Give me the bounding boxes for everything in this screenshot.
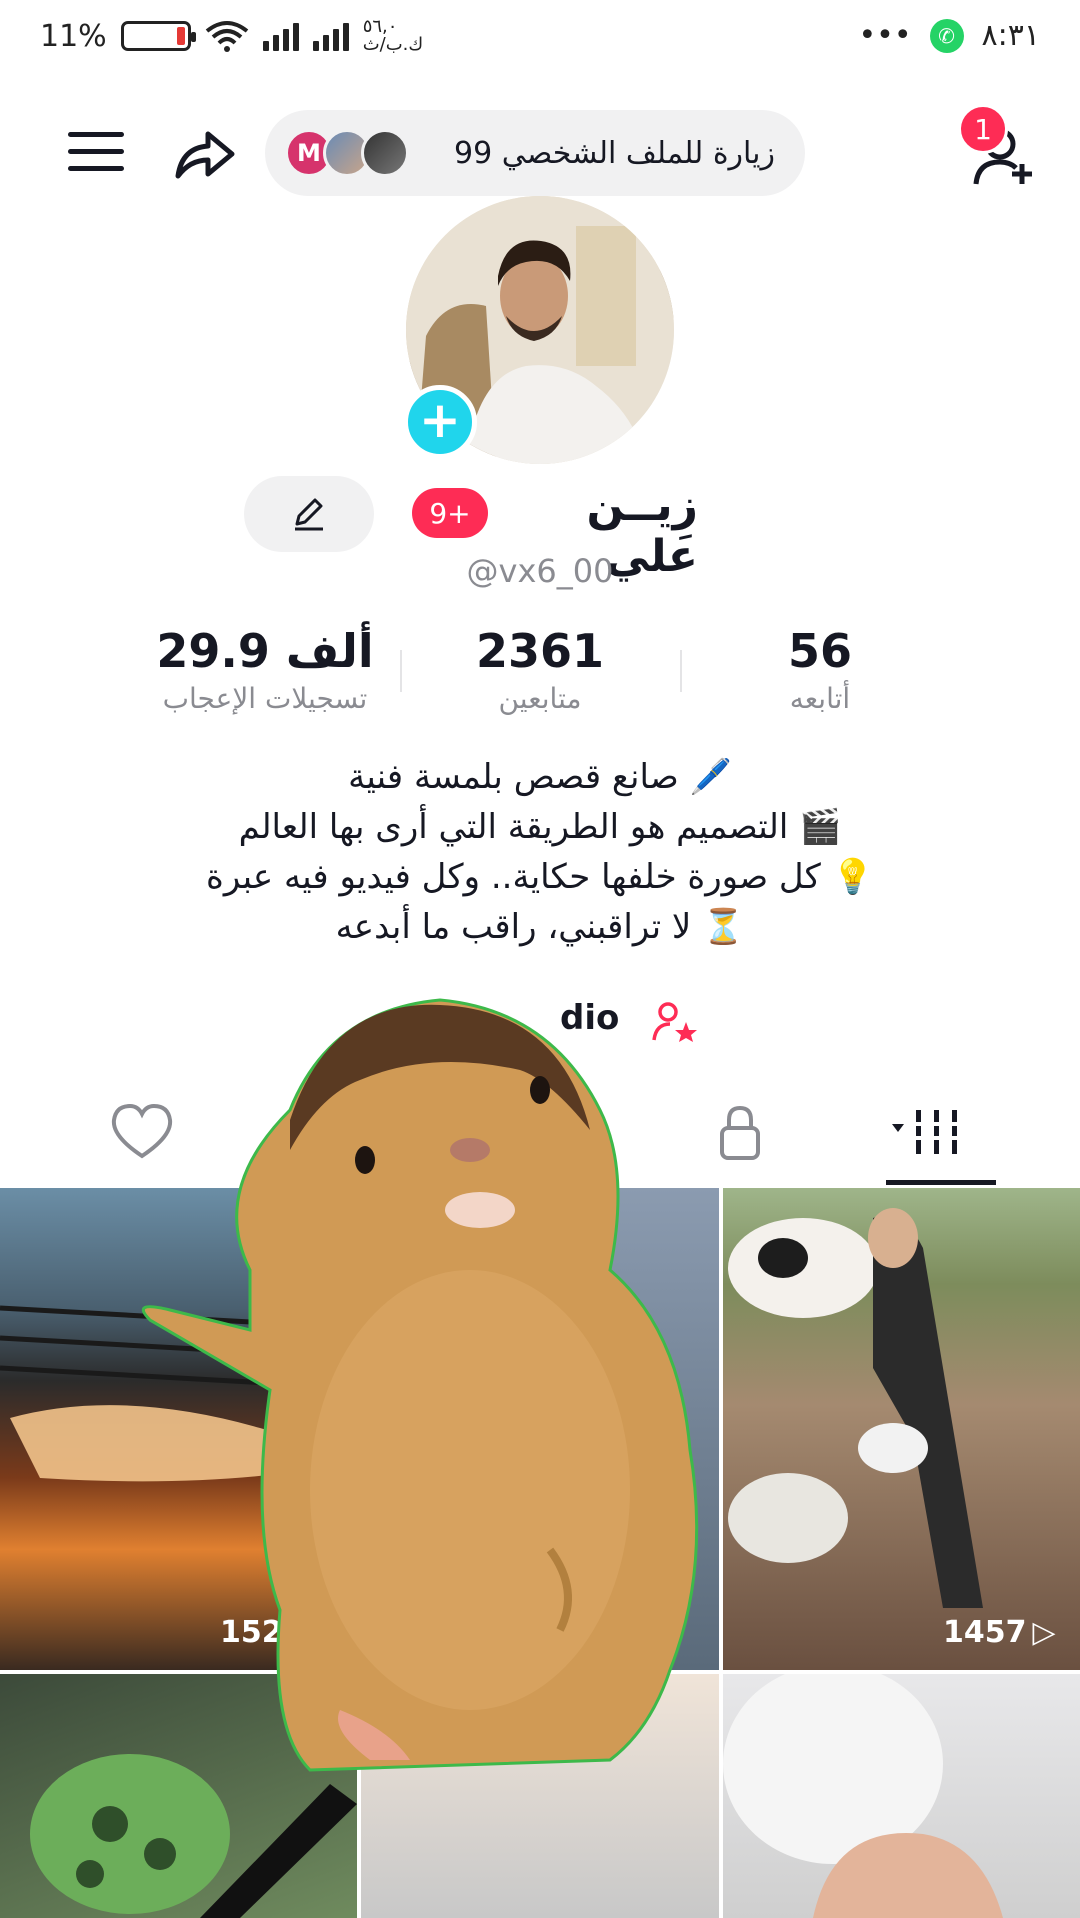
stat-divider xyxy=(680,650,682,692)
stat-followers[interactable]: 2361 متابعين xyxy=(410,624,670,715)
add-story-button[interactable]: + xyxy=(403,385,477,459)
signal-icon xyxy=(262,21,299,51)
share-icon[interactable] xyxy=(172,126,236,182)
whatsapp-icon: ✆ xyxy=(929,18,964,53)
hand-image xyxy=(723,1674,1003,1918)
status-bar: 11% ٥٦,٠ ك.ب/ث ••• ✆ ٨:٣١ xyxy=(0,0,1080,75)
battery-icon xyxy=(120,21,196,51)
bio-line: 🎬 التصميم هو الطريقة التي أرى بها العالم xyxy=(238,807,842,847)
battery-text: 11% xyxy=(40,18,107,54)
clock: ٨:٣١ xyxy=(981,18,1040,53)
network-speed: ٥٦,٠ ك.ب/ث xyxy=(362,16,424,55)
notification-badge-plus: 9+ xyxy=(412,488,488,538)
visits-text: 99 زيارة للملف الشخصي xyxy=(454,135,775,171)
signal-icon-2 xyxy=(312,21,349,51)
bio-line: 🖊️ صانع قصص بلمسة فنية xyxy=(348,757,732,797)
farm-image xyxy=(728,1208,983,1608)
more-dots: ••• xyxy=(858,18,912,53)
bio-line: ⏳ لا تراقبني، راقب ما أبدعه xyxy=(335,907,745,947)
bio-line: 💡 كل صورة خلفها حكاية.. وكل فيديو فيه عب… xyxy=(206,857,874,897)
play-icon: ▷ xyxy=(1032,1615,1056,1650)
active-tab-indicator xyxy=(886,1180,996,1185)
profile-visits-pill[interactable]: M 99 زيارة للملف الشخصي xyxy=(265,110,805,196)
visitor-avatars: M xyxy=(285,129,409,177)
visitor-avatar xyxy=(361,129,409,177)
view-count: 1457 ▷ xyxy=(943,1615,1056,1650)
profile-bio: 🖊️ صانع قصص بلمسة فنية 🎬 التصميم هو الطر… xyxy=(90,752,990,952)
hamster-sticker xyxy=(141,998,699,1772)
videos-grid-icon[interactable] xyxy=(890,1102,970,1162)
menu-icon[interactable] xyxy=(68,132,124,172)
status-right: ••• ✆ ٨:٣١ xyxy=(858,18,1040,53)
profile-handle[interactable]: @vx6_00 xyxy=(420,552,660,590)
status-left: 11% ٥٦,٠ ك.ب/ث xyxy=(40,18,423,54)
stat-likes[interactable]: 29.9 ألف تسجيلات الإعجاب xyxy=(110,624,420,715)
notification-badge: 1 xyxy=(958,104,1008,154)
video-thumbnail[interactable]: 1457 ▷ xyxy=(723,1188,1080,1670)
stat-following[interactable]: 56 أتابعه xyxy=(690,624,950,715)
pencil-icon xyxy=(295,498,323,531)
video-thumbnail[interactable] xyxy=(723,1674,1080,1918)
edit-profile-button[interactable] xyxy=(244,476,374,552)
wifi-icon xyxy=(205,21,248,52)
